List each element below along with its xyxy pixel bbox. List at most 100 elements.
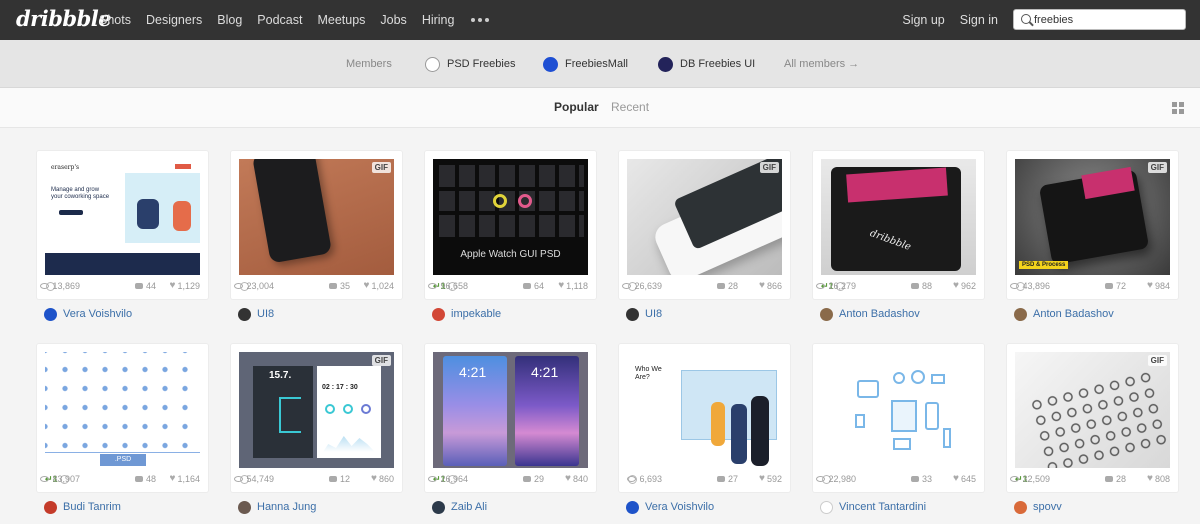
comments-count[interactable]: 28 (1104, 474, 1126, 484)
nav-podcast[interactable]: Podcast (257, 13, 302, 27)
search-input[interactable] (1034, 10, 1182, 29)
shot-thumbnail[interactable]: GIF (627, 159, 782, 275)
member-avatar (658, 56, 673, 72)
shot-thumbnail[interactable] (821, 352, 976, 468)
comments-count[interactable]: 28 (716, 281, 738, 291)
tab-popular[interactable]: Popular (554, 100, 599, 114)
shot-thumbnail[interactable]: eraserp's Manage and grow your coworking… (45, 159, 200, 275)
comment-icon (910, 283, 919, 289)
tab-recent[interactable]: Recent (611, 100, 649, 114)
shot-card[interactable]: dribbble ↵1 26,279 88 ♥ 962 (813, 151, 984, 299)
shot-thumbnail[interactable]: 4:21 4:21 (433, 352, 588, 468)
nav-blog[interactable]: Blog (217, 13, 242, 27)
likes-count[interactable]: ♥ 808 (1147, 474, 1170, 485)
shot-author[interactable]: Zaib Ali (432, 499, 487, 515)
thumb-label: PSD & Process (1019, 261, 1069, 269)
thumb-cta (175, 164, 191, 169)
shot-author[interactable]: UI8 (626, 306, 662, 322)
member-psd-freebies[interactable]: PSD Freebies (425, 40, 515, 88)
member-db-freebies-ui[interactable]: DB Freebies UI (658, 40, 755, 88)
comments-count[interactable]: 48 (134, 474, 156, 484)
sign-up-link[interactable]: Sign up (902, 13, 944, 27)
member-avatar (543, 56, 558, 72)
shot-author[interactable]: Anton Badashov (1014, 306, 1114, 322)
search-box[interactable] (1013, 9, 1186, 30)
shot-card[interactable]: PSD & Process GIF 43,896 72 ♥ 984 (1007, 151, 1178, 299)
nav-meetups[interactable]: Meetups (317, 13, 365, 27)
comments-count[interactable]: 29 (522, 474, 544, 484)
shot-author[interactable]: Hanna Jung (238, 499, 316, 515)
nav-designers[interactable]: Designers (146, 13, 202, 27)
shot-author[interactable]: Vera Voishvilo (44, 306, 132, 322)
shot-thumbnail[interactable]: GIF (1015, 352, 1170, 468)
thumb-heading: Who We Are? (635, 366, 662, 381)
more-menu-icon[interactable] (471, 18, 490, 22)
shot-card[interactable]: GIF ↵1 32,509 28 ♥ 808 (1007, 344, 1178, 492)
shot-card[interactable]: 4:21 4:21 ↵1 26,964 29 ♥ 840 (425, 344, 596, 492)
comments-count[interactable]: 72 (1104, 281, 1126, 291)
author-avatar (820, 500, 833, 514)
shot-author[interactable]: impekable (432, 306, 501, 322)
author-avatar (1014, 500, 1027, 514)
dribbble-logo[interactable]: dribbble (16, 6, 112, 31)
nav-jobs[interactable]: Jobs (380, 13, 406, 27)
all-members-link[interactable]: All members → (784, 40, 859, 88)
comments-count[interactable]: 33 (910, 474, 932, 484)
members-bar: Members PSD Freebies FreebiesMall DB Fre… (0, 40, 1200, 88)
likes-count[interactable]: ♥ 1,118 (558, 280, 588, 292)
member-freebiesmall[interactable]: FreebiesMall (543, 40, 628, 88)
sign-in-link[interactable]: Sign in (960, 13, 998, 27)
views-count: 26,279 (816, 281, 856, 291)
likes-count[interactable]: ♥ 866 (759, 280, 782, 292)
shot-author[interactable]: Budi Tanrim (44, 499, 121, 515)
author-avatar (432, 500, 445, 514)
likes-count[interactable]: ♥ 1,024 (364, 281, 394, 292)
heart-icon: ♥ (759, 280, 765, 291)
shot-thumbnail[interactable]: dribbble (821, 159, 976, 275)
shot-card[interactable]: 22,980 33 ♥ 645 (813, 344, 984, 492)
comments-count[interactable]: 27 (716, 474, 738, 484)
shot-author[interactable]: spovv (1014, 499, 1062, 515)
shot-card[interactable]: GIF 23,004 35 ♥ 1,024 (231, 151, 402, 299)
shot-author[interactable]: UI8 (238, 306, 274, 322)
shot-stats: 23,004 35 ♥ 1,024 (234, 280, 394, 294)
shot-card[interactable]: Who We Are? 6,693 27 ♥ 592 (619, 344, 790, 492)
shot-thumbnail[interactable]: Apple Watch GUI PSD (433, 159, 588, 275)
comment-icon (1104, 283, 1113, 289)
shot-card[interactable]: Apple Watch GUI PSD ↵1 96,658 64 ♥ 1,118 (425, 151, 596, 299)
shot-author[interactable]: Vincent Tantardini (820, 499, 926, 515)
shot-card[interactable]: eraserp's Manage and grow your coworking… (37, 151, 208, 299)
comment-icon (910, 476, 919, 482)
thumb-time: 4:21 (459, 364, 487, 380)
shot-card[interactable]: .PSD ↵1 83,907 48 ♥ 1,164 (37, 344, 208, 492)
likes-count[interactable]: ♥ 645 (953, 474, 976, 485)
likes-count[interactable]: ♥ 984 (1147, 281, 1170, 292)
comments-count[interactable]: 35 (328, 281, 350, 291)
nav-shots[interactable]: Shots (99, 13, 131, 27)
likes-count[interactable]: ♥ 592 (759, 474, 782, 485)
shot-author[interactable]: Anton Badashov (820, 306, 920, 322)
likes-count[interactable]: ♥ 1,164 (170, 474, 200, 485)
likes-count[interactable]: ♥ 860 (371, 474, 394, 485)
nav-hiring[interactable]: Hiring (422, 13, 455, 27)
comments-count[interactable]: 12 (328, 474, 350, 484)
shot-card[interactable]: 15.7. 02 : 17 : 30 GIF 54,749 12 ♥ 860 (231, 344, 402, 492)
comments-count[interactable]: 64 (522, 281, 544, 291)
shot-thumbnail[interactable]: Who We Are? (627, 352, 782, 468)
shot-author[interactable]: Vera Voishvilo (626, 499, 714, 515)
shot-thumbnail[interactable]: PSD & Process GIF (1015, 159, 1170, 275)
likes-count[interactable]: ♥ 840 (565, 474, 588, 485)
shot-thumbnail[interactable]: .PSD (45, 352, 200, 468)
comments-count[interactable]: 44 (134, 281, 156, 291)
grid-view-icon[interactable] (1172, 102, 1184, 114)
shot-thumbnail[interactable]: GIF (239, 159, 394, 275)
shot-card[interactable]: GIF 26,639 28 ♥ 866 (619, 151, 790, 299)
likes-count[interactable]: ♥ 962 (953, 281, 976, 292)
shot-thumbnail[interactable]: 15.7. 02 : 17 : 30 GIF (239, 352, 394, 468)
shot-stats: ↵1 83,907 48 ♥ 1,164 (40, 473, 200, 487)
shot-stats: ↵1 32,509 28 ♥ 808 (1010, 473, 1170, 487)
comments-count[interactable]: 88 (910, 281, 932, 291)
gif-badge: GIF (371, 162, 391, 173)
heart-icon: ♥ (558, 280, 565, 291)
likes-count[interactable]: ♥ 1,129 (170, 281, 200, 292)
